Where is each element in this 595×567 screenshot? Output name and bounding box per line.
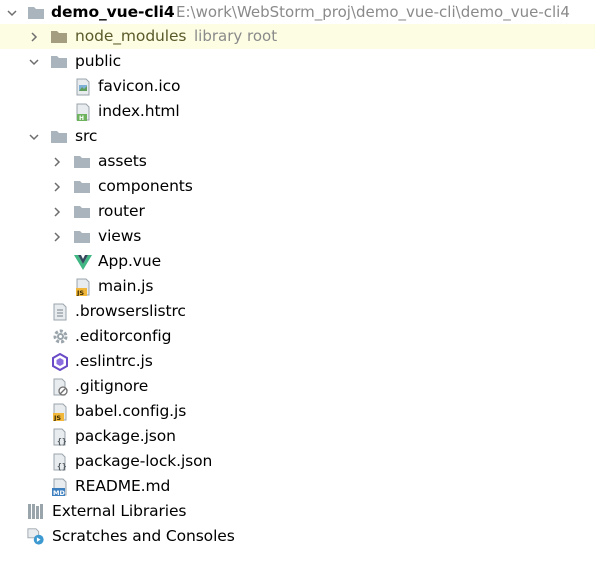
file-label: .gitignore: [75, 377, 149, 395]
folder-icon: [27, 4, 45, 22]
tree-row-views[interactable]: views: [0, 224, 595, 249]
external-libraries-label: External Libraries: [52, 502, 187, 520]
node-modules-label: node_modules: [75, 27, 187, 45]
chevron-down-icon[interactable]: [5, 6, 19, 20]
tree-row-src[interactable]: src: [0, 124, 595, 149]
chevron-right-icon[interactable]: [27, 30, 41, 44]
eslint-icon: [51, 352, 69, 371]
folder-icon: [73, 178, 91, 196]
file-label: favicon.ico: [98, 77, 181, 95]
svg-text:JS: JS: [53, 414, 61, 421]
project-path: E:\work\WebStorm_proj\demo_vue-cli\demo_…: [176, 3, 570, 21]
file-label: .browserslistrc: [75, 302, 186, 320]
tree-row-babel-config[interactable]: JS babel.config.js: [0, 399, 595, 424]
folder-icon: [50, 53, 68, 71]
tree-row-favicon[interactable]: favicon.ico: [0, 74, 595, 99]
tree-row-index-html[interactable]: H index.html: [0, 99, 595, 124]
file-label: package-lock.json: [75, 452, 213, 470]
svg-text:MD: MD: [53, 489, 65, 496]
ignore-file-icon: [51, 378, 69, 396]
tree-row-editorconfig[interactable]: .editorconfig: [0, 324, 595, 349]
tree-row-assets[interactable]: assets: [0, 149, 595, 174]
tree-row-public[interactable]: public: [0, 49, 595, 74]
file-label: main.js: [98, 277, 154, 295]
file-label: package.json: [75, 427, 176, 445]
scratches-icon: [27, 528, 45, 546]
tree-row-gitignore[interactable]: .gitignore: [0, 374, 595, 399]
vue-file-icon: [74, 253, 92, 271]
project-tree: demo_vue-cli4 E:\work\WebStorm_proj\demo…: [0, 0, 595, 567]
svg-text:JS: JS: [76, 289, 84, 296]
file-label: README.md: [75, 477, 171, 495]
file-label: index.html: [98, 102, 180, 120]
folder-label: components: [98, 177, 193, 195]
tree-row-readme[interactable]: MD README.md: [0, 474, 595, 499]
file-label: .editorconfig: [75, 327, 172, 345]
folder-icon: [73, 203, 91, 221]
tree-row-eslintrc[interactable]: .eslintrc.js: [0, 349, 595, 374]
markdown-file-icon: MD: [51, 478, 69, 496]
tree-row-components[interactable]: components: [0, 174, 595, 199]
chevron-right-icon[interactable]: [50, 205, 64, 219]
tree-row-app-vue[interactable]: App.vue: [0, 249, 595, 274]
folder-icon: [50, 128, 68, 146]
tree-row-project-root[interactable]: demo_vue-cli4 E:\work\WebStorm_proj\demo…: [0, 0, 595, 25]
folder-label: assets: [98, 152, 147, 170]
svg-text:{}: {}: [57, 437, 67, 446]
libraries-icon: [27, 503, 45, 521]
js-file-icon: JS: [51, 403, 69, 421]
public-label: public: [75, 52, 122, 70]
file-label: App.vue: [98, 252, 162, 270]
project-name: demo_vue-cli4: [51, 3, 175, 21]
file-label: babel.config.js: [75, 402, 187, 420]
folder-icon: [73, 153, 91, 171]
folder-label: views: [98, 227, 142, 245]
tree-row-node-modules[interactable]: node_modules library root: [0, 24, 595, 49]
file-label: .eslintrc.js: [75, 352, 153, 370]
tree-row-browserslistrc[interactable]: .browserslistrc: [0, 299, 595, 324]
chevron-right-icon[interactable]: [50, 230, 64, 244]
chevron-right-icon[interactable]: [50, 155, 64, 169]
image-file-icon: [74, 78, 92, 96]
excluded-folder-icon: [50, 28, 68, 46]
json-file-icon: {}: [51, 428, 69, 446]
tree-row-main-js[interactable]: JS main.js: [0, 274, 595, 299]
tree-row-package-lock-json[interactable]: {} package-lock.json: [0, 449, 595, 474]
scratches-label: Scratches and Consoles: [52, 527, 235, 545]
folder-label: router: [98, 202, 145, 220]
text-file-icon: [51, 303, 69, 321]
library-root-hint: library root: [194, 27, 278, 45]
svg-text:H: H: [79, 115, 84, 121]
chevron-down-icon[interactable]: [27, 55, 41, 69]
folder-icon: [73, 228, 91, 246]
tree-row-router[interactable]: router: [0, 199, 595, 224]
tree-row-scratches[interactable]: Scratches and Consoles: [0, 524, 595, 549]
html-file-icon: H: [74, 103, 92, 121]
gear-icon: [51, 328, 69, 346]
svg-text:{}: {}: [57, 462, 67, 471]
chevron-right-icon[interactable]: [50, 180, 64, 194]
tree-row-package-json[interactable]: {} package.json: [0, 424, 595, 449]
js-file-icon: JS: [74, 278, 92, 296]
tree-row-external-libraries[interactable]: External Libraries: [0, 499, 595, 524]
src-label: src: [75, 127, 98, 145]
chevron-down-icon[interactable]: [27, 130, 41, 144]
json-file-icon: {}: [51, 453, 69, 471]
